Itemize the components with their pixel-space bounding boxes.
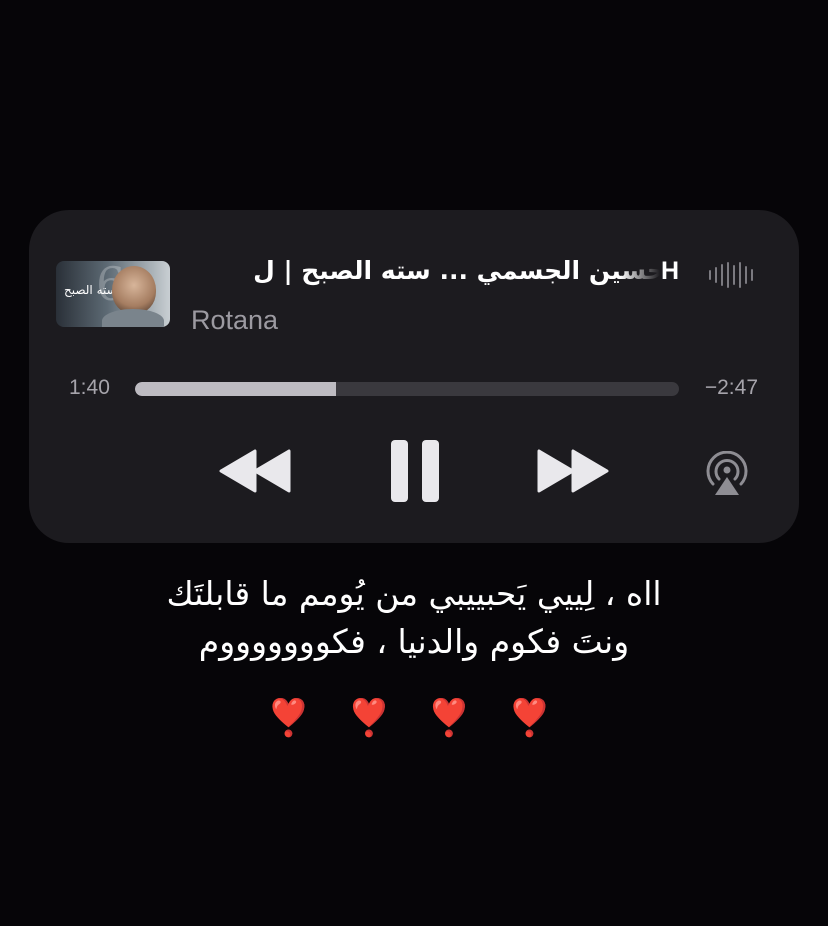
- album-artwork[interactable]: 6 سته الصبح: [56, 261, 170, 327]
- lyrics-caption: ااه ، لِييي يَحبييبي من يُومم ما قابلتَك…: [0, 570, 828, 666]
- artist-portrait-shoulders: [102, 309, 164, 327]
- rewind-icon: [219, 449, 291, 493]
- now-playing-widget: 6 سته الصبح حسين الجسمي ... سته الصبح | …: [29, 210, 799, 543]
- song-title-marquee-repeat: H: [661, 257, 680, 285]
- lyrics-line-2: ونتَ فكوم والدنيا ، فكوووووووم: [198, 622, 630, 661]
- artist-portrait: [112, 266, 156, 314]
- artwork-title: سته الصبح: [64, 283, 117, 297]
- pause-button[interactable]: [385, 438, 445, 504]
- elapsed-time: 1:40: [69, 376, 110, 399]
- progress-scrubber[interactable]: [135, 382, 679, 396]
- heart-exclamation-icon: ❣️: [426, 698, 482, 739]
- airplay-button[interactable]: [701, 450, 753, 498]
- forward-icon: [537, 449, 609, 493]
- lyrics-line-1: ااه ، لِييي يَحبييبي من يُومم ما قابلتَك: [166, 574, 662, 613]
- remaining-time: −2:47: [704, 376, 758, 399]
- progress-fill: [135, 382, 337, 396]
- song-title-marquee[interactable]: حسين الجسمي ... سته الصبح | ل: [190, 256, 660, 290]
- heart-exclamation-icon: ❣️: [346, 698, 402, 739]
- airplay-icon: [706, 451, 748, 495]
- song-title: حسين الجسمي ... سته الصبح | ل: [253, 256, 660, 285]
- artist-name[interactable]: Rotana: [191, 305, 278, 336]
- waveform-icon: [709, 261, 753, 289]
- pause-icon: [391, 440, 439, 502]
- marquee-fade: [620, 256, 660, 290]
- heart-exclamation-icon: ❣️: [507, 698, 562, 739]
- heart-exclamation-icon: ❣️: [266, 698, 321, 739]
- rewind-button[interactable]: [217, 446, 293, 496]
- forward-button[interactable]: [535, 446, 611, 496]
- hearts-row: ❣️ ❣️ ❣️ ❣️: [0, 697, 828, 739]
